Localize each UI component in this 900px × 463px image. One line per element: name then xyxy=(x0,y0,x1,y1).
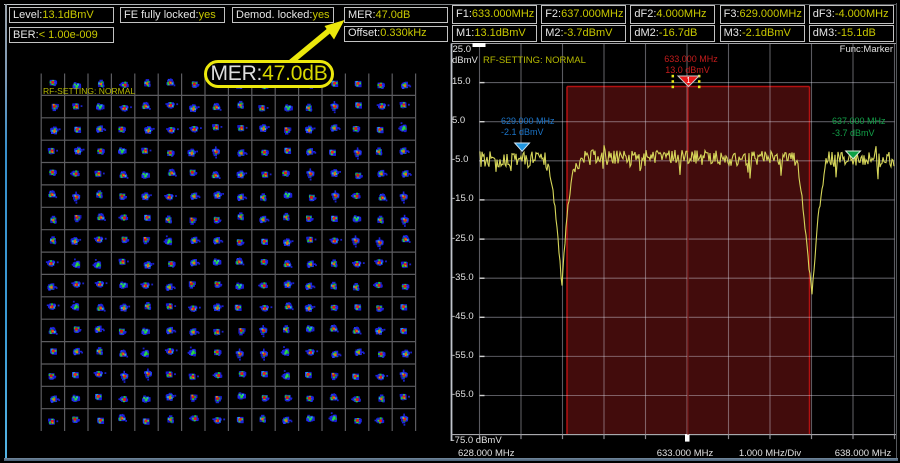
svg-text:1: 1 xyxy=(686,76,691,85)
